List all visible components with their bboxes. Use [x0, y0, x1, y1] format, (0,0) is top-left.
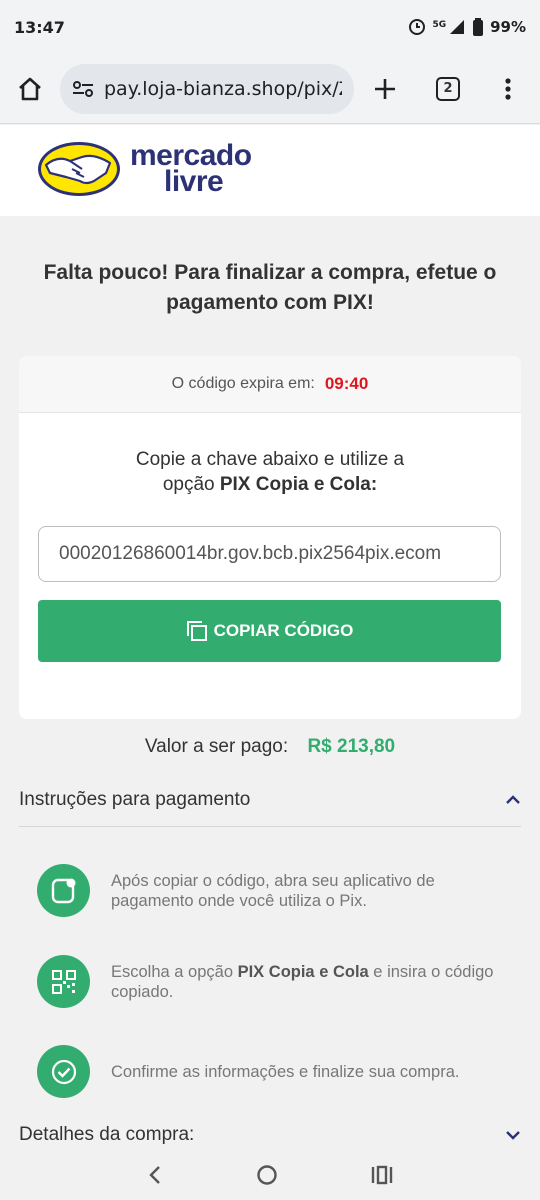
- instruction-step: Escolha a opção PIX Copia e Cola e insir…: [37, 955, 497, 1008]
- expiration-bar: O código expira em: 09:40: [19, 356, 521, 413]
- new-tab-button[interactable]: [354, 54, 416, 124]
- details-title: Detalhes da compra:: [19, 1124, 195, 1145]
- instruction-line2: opção PIX Copia e Cola:: [19, 472, 521, 497]
- tab-count: 2: [436, 76, 460, 101]
- signal-icon: [450, 20, 465, 34]
- instruction-step: Após copiar o código, abra seu aplicativ…: [37, 864, 497, 917]
- status-bar: 13:47 5G 99%: [0, 0, 540, 54]
- battery-level: 99%: [490, 18, 526, 36]
- page-headline: Falta pouco! Para finalizar a compra, ef…: [43, 261, 497, 314]
- check-circle-icon: [37, 1045, 90, 1098]
- status-time: 13:47: [14, 17, 65, 37]
- plus-icon: [375, 78, 395, 99]
- back-icon[interactable]: [147, 1165, 163, 1185]
- instructions-title: Instruções para pagamento: [19, 789, 251, 810]
- network-type: 5G: [432, 20, 447, 30]
- instruction-prefix: opção: [162, 474, 220, 495]
- step-text: Confirme as informações e finalize sua c…: [111, 1062, 460, 1081]
- site-header: mercado livre: [0, 125, 540, 216]
- copy-instruction: Copie a chave abaixo e utilize a opção P…: [19, 447, 521, 497]
- instruction-step: Confirme as informações e finalize sua c…: [37, 1045, 497, 1098]
- home-circle-icon[interactable]: [256, 1164, 278, 1186]
- instruction-line1: Copie a chave abaixo e utilize a: [135, 449, 405, 470]
- copy-button-label: COPIAR CÓDIGO: [213, 621, 354, 640]
- address-bar[interactable]: pay.loja-bianza.shop/pix/Zb: [60, 63, 354, 114]
- home-button[interactable]: [0, 54, 60, 124]
- step-text-prefix: Escolha a opção: [111, 962, 238, 981]
- step-text: Após copiar o código, abra seu aplicativ…: [111, 871, 435, 910]
- hotspot-icon: [409, 19, 426, 35]
- battery-icon: [473, 18, 484, 36]
- step-text-bold: PIX Copia e Cola: [237, 962, 369, 981]
- site-settings-icon[interactable]: [72, 80, 94, 98]
- divider: [19, 826, 521, 827]
- phone-app-icon: [37, 864, 90, 917]
- mercado-livre-logo[interactable]: mercado livre: [36, 139, 252, 199]
- copy-code-button[interactable]: COPIAR CÓDIGO: [38, 600, 501, 662]
- instructions-accordion-header[interactable]: Instruções para pagamento: [19, 785, 521, 815]
- status-icons: 5G 99%: [408, 18, 526, 36]
- qr-code-icon: [37, 955, 90, 1008]
- pix-code-input[interactable]: [38, 526, 501, 582]
- countdown-timer: 09:40: [324, 374, 369, 393]
- step-text: Escolha a opção PIX Copia e Cola e insir…: [111, 962, 497, 1002]
- amount-label: Valor a ser pago:: [144, 736, 289, 757]
- instruction-bold: PIX Copia e Cola:: [219, 474, 378, 495]
- browser-toolbar: pay.loja-bianza.shop/pix/Zb 2: [0, 54, 540, 124]
- details-accordion-header[interactable]: Detalhes da compra:: [19, 1120, 521, 1150]
- amount-row: Valor a ser pago: R$ 213,80: [0, 736, 540, 758]
- copy-icon: [186, 621, 207, 641]
- logo-line2: livre: [164, 165, 224, 198]
- handshake-logo-icon: [38, 142, 120, 196]
- expires-label: O código expira em:: [171, 375, 315, 392]
- home-icon: [19, 77, 41, 100]
- pix-card: O código expira em: 09:40 Copie a chave …: [19, 356, 521, 719]
- chevron-up-icon: [506, 795, 520, 804]
- amount-value: R$ 213,80: [307, 736, 396, 757]
- url-text: pay.loja-bianza.shop/pix/Zb: [104, 77, 342, 100]
- more-vert-icon: [504, 77, 511, 100]
- browser-menu-button[interactable]: [480, 54, 535, 124]
- tab-switcher-button[interactable]: 2: [416, 54, 480, 124]
- chevron-down-icon: [506, 1131, 520, 1140]
- recents-icon[interactable]: [371, 1165, 393, 1185]
- logo-wordmark: mercado livre: [130, 141, 252, 198]
- system-navigation-bar: [0, 1150, 540, 1200]
